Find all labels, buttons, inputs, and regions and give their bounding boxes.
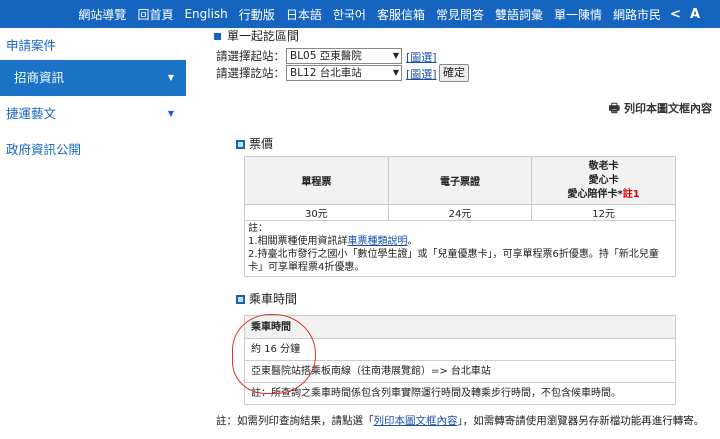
- footer-note: 註：如需列印查詢結果，請點選「列印本圖文框內容」，如需轉寄請使用瀏覽器另存新檔功…: [216, 415, 705, 427]
- ride-time-heading: 乘車時間: [236, 290, 297, 307]
- start-map-select-link[interactable]: [圖選]: [406, 49, 437, 65]
- ticket-types-link[interactable]: 車票種類說明: [348, 236, 408, 247]
- nav-link-glossary[interactable]: 雙語詞彙: [495, 6, 543, 23]
- share-icon[interactable]: <: [670, 7, 681, 22]
- fare-value-single: 30元: [244, 204, 389, 221]
- printer-icon: 🖶: [608, 101, 620, 115]
- nav-link-japanese[interactable]: 日本語: [286, 6, 322, 23]
- dropdown-arrow-icon: ▼: [392, 68, 399, 77]
- end-station-label: 請選擇訖站：: [216, 66, 285, 80]
- chevron-down-icon: ▼: [167, 109, 174, 118]
- end-station-select[interactable]: BL12 台北車站 ▼: [286, 65, 402, 81]
- fare-header-single: 單程票: [244, 156, 389, 205]
- nav-link-mobile[interactable]: 行動版: [239, 6, 275, 23]
- fare-notes: 註： 1.相關票種使用資訊詳車票種類說明。 2.持臺北市發行之國小「數位學生證」…: [244, 220, 676, 277]
- sidebar-item-label: 捷運藝文: [6, 106, 57, 121]
- start-station-select[interactable]: BL05 亞東醫院 ▼: [286, 48, 402, 64]
- nav-link-home[interactable]: 回首頁: [137, 6, 173, 23]
- start-station-label: 請選擇起站：: [216, 49, 285, 63]
- fare-value-concession: 12元: [531, 204, 676, 221]
- fare-value-e-ticket: 24元: [387, 204, 533, 221]
- nav-link-e-citizen[interactable]: 網路市民: [613, 6, 661, 23]
- note-1-marker: 註1: [622, 188, 640, 200]
- top-navigation-bar: 網站導覽 回首頁 English 行動版 日本語 한국어 客服信箱 常見問答 雙…: [0, 0, 720, 28]
- print-frame-link[interactable]: 列印本圖文框內容: [374, 415, 458, 427]
- nav-link-service-mail[interactable]: 客服信箱: [377, 6, 425, 23]
- sidebar-item-label: 招商資訊: [14, 70, 65, 85]
- dropdown-arrow-icon: ▼: [392, 51, 399, 60]
- annotation-circle: [232, 314, 316, 394]
- nav-link-english[interactable]: English: [184, 7, 227, 21]
- sidebar-item-label: 申請案件: [6, 38, 57, 53]
- ride-time-note: 註：所查詢之乘車時間係包含列車實際運行時間及轉乘步行時間，不包含候車時間。: [244, 383, 676, 405]
- fare-header-concession: 敬老卡 愛心卡 愛心陪伴卡*註1: [531, 156, 676, 205]
- nav-link-faq[interactable]: 常見問答: [436, 6, 484, 23]
- end-map-select-link[interactable]: [圖選]: [406, 66, 437, 82]
- section-box-icon: [236, 140, 245, 149]
- fare-table: 單程票 電子票證 敬老卡 愛心卡 愛心陪伴卡*註1 30元 24元 12元: [244, 156, 676, 221]
- bullet-icon: [214, 33, 221, 40]
- nav-link-sitemap[interactable]: 網站導覽: [78, 6, 126, 23]
- sidebar-item-label: 政府資訊公開: [6, 142, 82, 157]
- sidebar-item-metro-arts[interactable]: 捷運藝文 ▼: [0, 96, 186, 132]
- fare-header-e-ticket: 電子票證: [387, 156, 533, 205]
- sidebar-item-gov-info[interactable]: 政府資訊公開: [0, 132, 186, 168]
- section-title: 單一起訖區間: [214, 27, 299, 44]
- confirm-button[interactable]: 確定: [439, 64, 469, 82]
- sidebar-item-applications[interactable]: 申請案件: [0, 28, 186, 64]
- fare-heading: 票價: [236, 135, 273, 152]
- main-content: 單一起訖區間 請選擇起站： BL05 亞東醫院 ▼ [圖選] 請選擇訖站： BL1…: [196, 28, 720, 439]
- chevron-down-icon: ▼: [167, 73, 174, 82]
- print-frame-button[interactable]: 🖶 列印本圖文框內容: [609, 99, 712, 120]
- font-size-icon[interactable]: A: [690, 7, 700, 22]
- nav-link-korean[interactable]: 한국어: [333, 6, 366, 23]
- top-links: 網站導覽 回首頁 English 行動版 日本語 한국어 客服信箱 常見問答 雙…: [67, 0, 700, 28]
- sidebar-item-investment-info[interactable]: 招商資訊 ▼: [0, 60, 186, 96]
- sidebar: 申請案件 招商資訊 ▼ 捷運藝文 ▼ 政府資訊公開: [0, 28, 186, 439]
- nav-link-petition[interactable]: 單一陳情: [554, 6, 602, 23]
- section-box-icon: [236, 295, 245, 304]
